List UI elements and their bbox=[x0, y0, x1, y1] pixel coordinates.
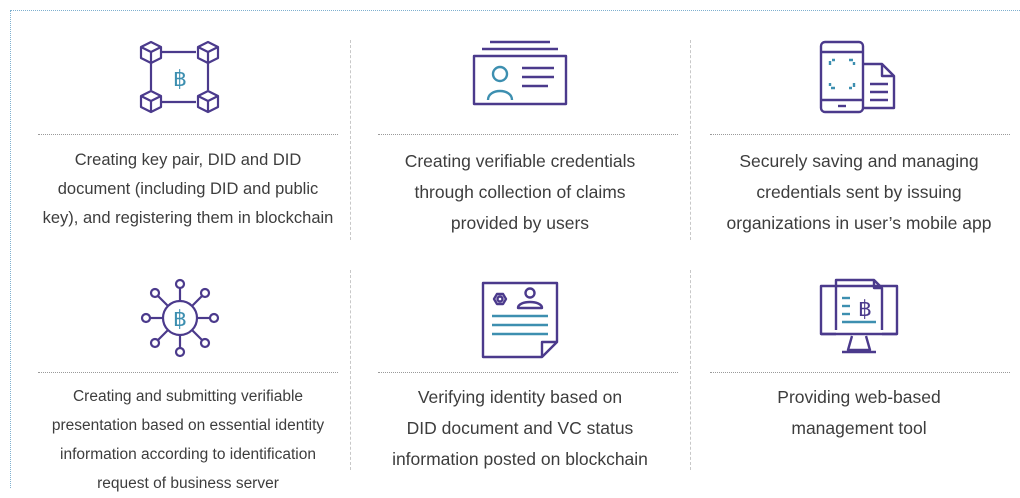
web-monitor-icon: ฿ bbox=[818, 278, 900, 358]
caption-verifying-identity: Verifying identity based on DID document… bbox=[392, 387, 648, 469]
caption-key-pair: Creating key pair, DID and DID document … bbox=[42, 151, 334, 227]
bitcoin-symbol: ฿ bbox=[173, 67, 187, 92]
row-divider bbox=[710, 372, 1010, 373]
frame-left-border bbox=[10, 10, 11, 488]
row-divider bbox=[38, 372, 338, 373]
bitcoin-hub-icon: ฿ bbox=[138, 276, 222, 360]
frame-top-border bbox=[10, 10, 1020, 11]
blockchain-network-icon: ฿ bbox=[138, 38, 222, 118]
row-divider bbox=[710, 134, 1010, 135]
caption-verifiable-presentation: Creating and submitting verifiable prese… bbox=[51, 388, 325, 492]
bitcoin-symbol: ฿ bbox=[858, 297, 872, 322]
id-verification-icon bbox=[480, 280, 560, 360]
mobile-document-icon bbox=[818, 40, 898, 114]
row-divider bbox=[38, 134, 338, 135]
caption-web-management-tool: Providing web-based management tool bbox=[777, 387, 941, 438]
caption-verifiable-credentials: Creating verifiable credentials through … bbox=[404, 151, 636, 233]
column-divider bbox=[350, 40, 351, 240]
row-divider bbox=[378, 372, 678, 373]
credential-card-icon bbox=[472, 40, 568, 106]
caption-mobile-app: Securely saving and managing credentials… bbox=[726, 151, 992, 233]
bitcoin-symbol: ฿ bbox=[173, 307, 187, 332]
row-divider bbox=[378, 134, 678, 135]
column-divider bbox=[690, 270, 691, 470]
column-divider bbox=[690, 40, 691, 240]
